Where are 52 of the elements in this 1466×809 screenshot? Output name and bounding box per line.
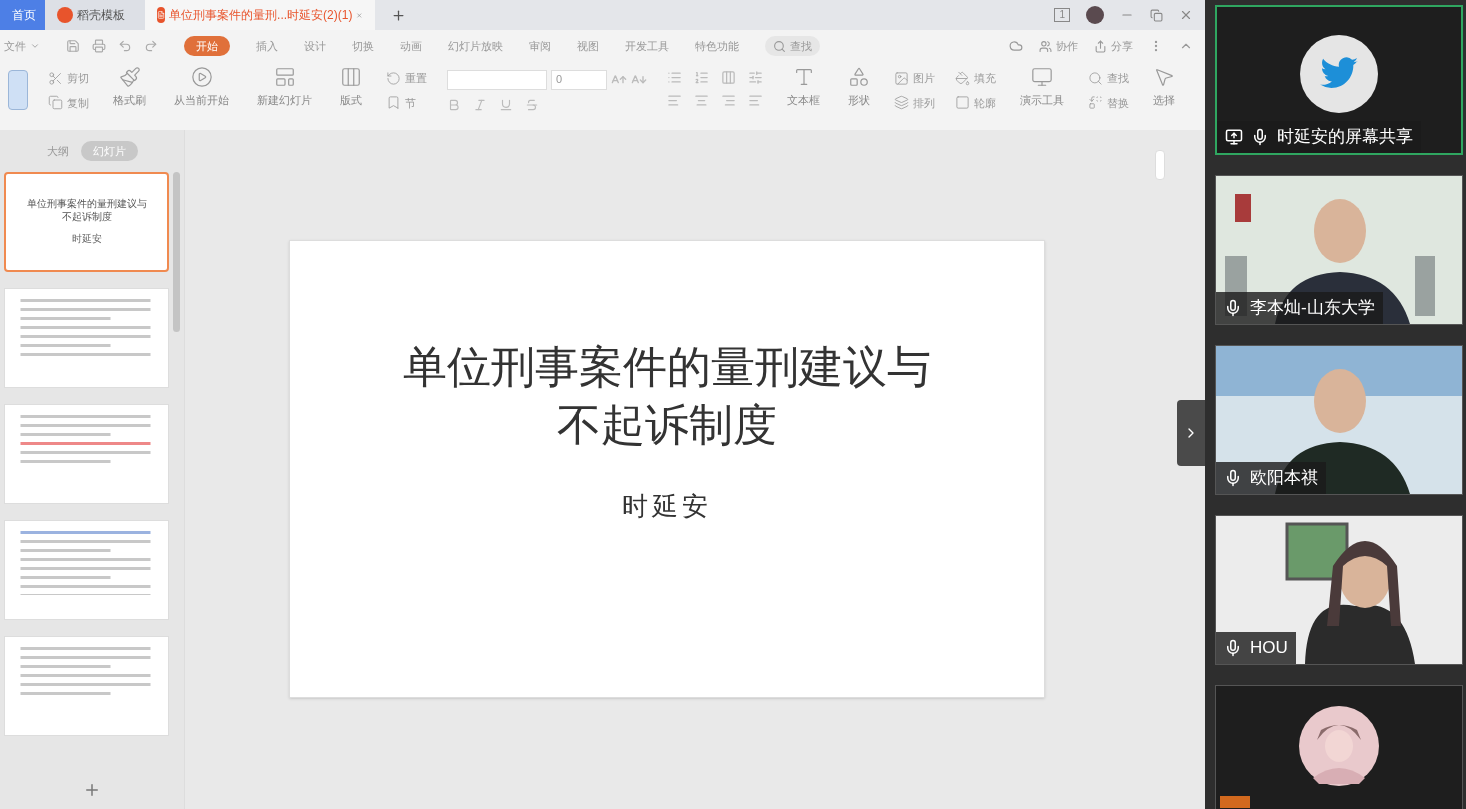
- participant-tile[interactable]: 欧阳本祺: [1215, 345, 1463, 495]
- ribbon-tab[interactable]: 审阅: [529, 37, 551, 55]
- toolbar-button[interactable]: 演示工具: [1016, 66, 1068, 109]
- ribbon-tab[interactable]: 插入: [256, 37, 278, 55]
- toolbar-button[interactable]: 节: [386, 94, 427, 111]
- window-tab[interactable]: 稻壳模板: [45, 0, 145, 30]
- ribbon-tab[interactable]: 幻灯片放映: [448, 37, 503, 55]
- thumbnail-title: 单位刑事案件的量刑建议与不起诉制度: [25, 198, 148, 223]
- toolbar-button[interactable]: 剪切: [48, 70, 89, 87]
- slide-title: 单位刑事案件的量刑建议与: [403, 342, 931, 394]
- participant-name: 欧阳本祺: [1250, 467, 1318, 490]
- view-tab[interactable]: 大纲: [46, 142, 69, 160]
- font-size-field[interactable]: 0: [551, 70, 607, 90]
- window-count-button[interactable]: 1: [1054, 7, 1070, 23]
- slide-title: 不起诉制度: [557, 400, 777, 452]
- search-button[interactable]: 查找: [765, 35, 820, 57]
- ribbon-action[interactable]: 协作: [1039, 37, 1078, 55]
- ribbon-tab[interactable]: 开始: [184, 35, 230, 57]
- participant-tile[interactable]: 李本灿-山东大学: [1215, 175, 1463, 325]
- toolbar-button[interactable]: 选择: [1149, 66, 1179, 109]
- slide-thumbnail[interactable]: 单位刑事案件的量刑建议与不起诉制度 时延安: [4, 172, 169, 272]
- toolbar-button[interactable]: 替换: [1088, 94, 1129, 111]
- participant-tile[interactable]: 时延安的屏幕共享: [1215, 5, 1463, 155]
- participant-tile[interactable]: HOU: [1215, 515, 1463, 665]
- ribbon-tab[interactable]: 动画: [400, 37, 422, 55]
- toolbar-button[interactable]: 轮廓: [955, 94, 996, 111]
- toolbar-button[interactable]: 填充: [955, 70, 996, 87]
- toolbar-button[interactable]: 图片: [894, 70, 935, 87]
- toolbar-button[interactable]: 从当前开始: [170, 66, 233, 109]
- ribbon-tab[interactable]: 设计: [304, 37, 326, 55]
- ribbon-action[interactable]: 分享: [1094, 37, 1133, 55]
- toolbar-button[interactable]: 复制: [48, 94, 89, 111]
- toolbar-button[interactable]: 查找: [1088, 70, 1129, 87]
- ribbon-tab[interactable]: 视图: [577, 37, 599, 55]
- toolbar-button[interactable]: 重置: [386, 70, 427, 87]
- ribbon-tab[interactable]: 特色功能: [695, 37, 739, 55]
- toolbar-button[interactable]: 文本框: [783, 66, 824, 109]
- participant-name: 时延安的屏幕共享: [1277, 126, 1413, 149]
- window-tab[interactable]: 首页: [0, 0, 45, 30]
- toolbar-button[interactable]: 版式: [336, 66, 366, 109]
- participant-name: 李本灿-山东大学: [1250, 297, 1375, 320]
- slide-author: 时延安: [622, 491, 712, 523]
- window-tab[interactable]: 单位刑事案件的量刑...时延安(2)(1): [145, 0, 375, 30]
- ribbon-tab[interactable]: 切换: [352, 37, 374, 55]
- participant-name: HOU: [1250, 637, 1288, 660]
- thumbnail-author: 时延安: [71, 232, 102, 246]
- toolbar-button[interactable]: 格式刷: [109, 66, 150, 109]
- toolbar-button[interactable]: 排列: [894, 94, 935, 111]
- toolbar-button[interactable]: 形状: [844, 66, 874, 109]
- file-menu[interactable]: 文件: [4, 37, 40, 55]
- ribbon-tab[interactable]: 开发工具: [625, 37, 669, 55]
- toolbar-button[interactable]: 新建幻灯片: [253, 66, 316, 109]
